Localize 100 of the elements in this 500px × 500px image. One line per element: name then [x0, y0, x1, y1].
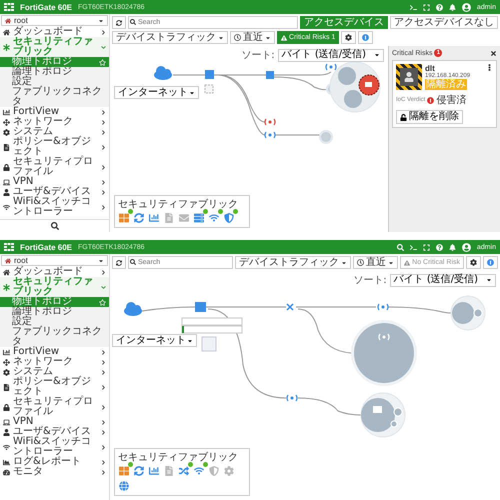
menu-item[interactable]: セキュリティファブリック — [0, 37, 109, 57]
wifi-icon — [3, 444, 10, 450]
asterisk-icon — [3, 284, 10, 290]
sort-select[interactable]: バイト (送信/受信) — [278, 48, 384, 62]
document-icon[interactable] — [163, 212, 175, 224]
submenu-item[interactable]: 物理トポロジ — [0, 297, 109, 307]
chevron-icon — [101, 270, 106, 274]
submenu-item[interactable]: 設定 — [0, 77, 109, 87]
caret-icon — [187, 338, 193, 344]
device-avatar — [396, 64, 422, 90]
refresh-button[interactable] — [112, 16, 126, 29]
gear-icon — [3, 368, 10, 376]
period-dropdown[interactable]: 直近 — [353, 256, 398, 269]
refresh-button[interactable] — [112, 256, 126, 269]
chart-icon[interactable] — [148, 212, 160, 224]
avatar-icon — [462, 2, 471, 12]
close-icon[interactable] — [490, 50, 497, 56]
chevron-icon — [101, 44, 106, 50]
terminal-icon[interactable] — [410, 4, 417, 10]
gauge-icon — [3, 468, 10, 476]
caret-icon — [265, 34, 271, 40]
shield-icon[interactable] — [223, 212, 235, 224]
device-name: dlt — [425, 64, 435, 73]
internet-dropdown[interactable]: インターネット — [112, 334, 197, 347]
caret-icon — [374, 52, 380, 58]
laptop-icon — [3, 418, 10, 426]
gear-icon — [3, 128, 10, 136]
logo-icon — [4, 3, 14, 11]
traffic-dropdown[interactable]: デバイストラフィック — [235, 256, 352, 269]
fullscreen-icon[interactable] — [422, 4, 430, 10]
submenu-item[interactable]: ファブリックコネクタ — [0, 87, 109, 107]
asterisk-icon — [3, 44, 10, 50]
gear-icon — [345, 34, 352, 41]
vdom-select[interactable]: root — [1, 15, 108, 26]
info-icon — [487, 259, 494, 266]
globe-icon[interactable] — [118, 480, 130, 492]
settings-button[interactable] — [341, 31, 356, 44]
sort-label: ソート: — [353, 274, 387, 287]
wifi-icon — [3, 204, 10, 210]
search-icon[interactable] — [50, 222, 58, 230]
internet-dropdown[interactable]: インターネット — [114, 86, 199, 99]
wifi-icon[interactable] — [193, 465, 205, 477]
vdom-select[interactable]: root — [1, 255, 108, 266]
lock-icon — [3, 404, 10, 410]
sync-icon[interactable] — [133, 212, 145, 224]
submenu-item[interactable]: 物理トポロジ — [0, 57, 109, 67]
fullscreen-icon[interactable] — [422, 244, 430, 250]
caret-icon — [218, 34, 224, 40]
clock-icon — [357, 259, 364, 266]
chevron-icon — [101, 430, 106, 434]
home-icon — [5, 258, 11, 264]
bell-icon[interactable] — [448, 244, 456, 250]
chevron-icon — [101, 30, 106, 34]
traffic-dropdown[interactable]: デバイストラフィック — [112, 31, 228, 44]
shield-icon[interactable] — [208, 465, 220, 477]
chevron-icon — [101, 110, 106, 114]
view-tab[interactable]: アクセスデバイスなし — [390, 16, 498, 29]
submenu-item[interactable]: ファブリックコネクタ — [0, 327, 109, 347]
mail-icon[interactable] — [178, 212, 190, 224]
brand-name: FortiGate 60E — [20, 242, 72, 252]
chart-icon[interactable] — [148, 465, 160, 477]
help-icon[interactable] — [436, 4, 443, 10]
chevron-icon — [101, 120, 106, 124]
home-icon — [3, 28, 10, 36]
wifi-icon[interactable] — [208, 212, 220, 224]
chevron-icon — [101, 360, 106, 364]
more-icon[interactable] — [486, 64, 493, 71]
sync-icon[interactable] — [133, 465, 145, 477]
search-icon — [130, 19, 136, 25]
settings-button[interactable] — [466, 256, 481, 269]
gear-icon[interactable] — [223, 465, 235, 477]
period-dropdown[interactable]: 直近 — [230, 31, 275, 44]
submenu-item[interactable]: 論理トポロジ — [0, 67, 109, 77]
search-icon — [130, 259, 136, 265]
terminal-icon[interactable] — [410, 244, 417, 250]
help-icon[interactable] — [436, 244, 443, 250]
submenu-item[interactable]: 論理トポロジ — [0, 307, 109, 317]
verdict-value: 侵害済 — [436, 94, 466, 107]
chevron-icon — [101, 444, 106, 450]
menu-item[interactable]: セキュリティファブリック — [0, 277, 109, 297]
view-tab[interactable]: アクセスデバイス — [300, 16, 388, 29]
warning-icon — [281, 34, 287, 40]
bell-icon[interactable] — [448, 4, 456, 10]
bar-chart-icon — [3, 108, 10, 116]
status-tag: 隔離済み — [425, 79, 467, 90]
caret-icon — [189, 90, 195, 96]
server-icon[interactable] — [193, 212, 205, 224]
brand-name: FortiGate 60E — [20, 2, 72, 12]
home-icon — [5, 18, 11, 24]
alert-icon — [427, 96, 434, 104]
caret-icon — [341, 260, 348, 266]
chevron-icon — [101, 460, 106, 464]
bar-chart-icon — [3, 348, 10, 356]
sort-select[interactable]: バイト (送信/受信) — [390, 274, 496, 286]
submenu-item[interactable]: 設定 — [0, 317, 109, 327]
info-icon — [362, 34, 370, 41]
panel-title: セキュリティファブリック — [118, 452, 239, 463]
remove-quarantine-button[interactable]: 隔離を削除 — [396, 110, 463, 124]
chevron-icon — [101, 164, 106, 170]
document-icon[interactable] — [163, 465, 175, 477]
